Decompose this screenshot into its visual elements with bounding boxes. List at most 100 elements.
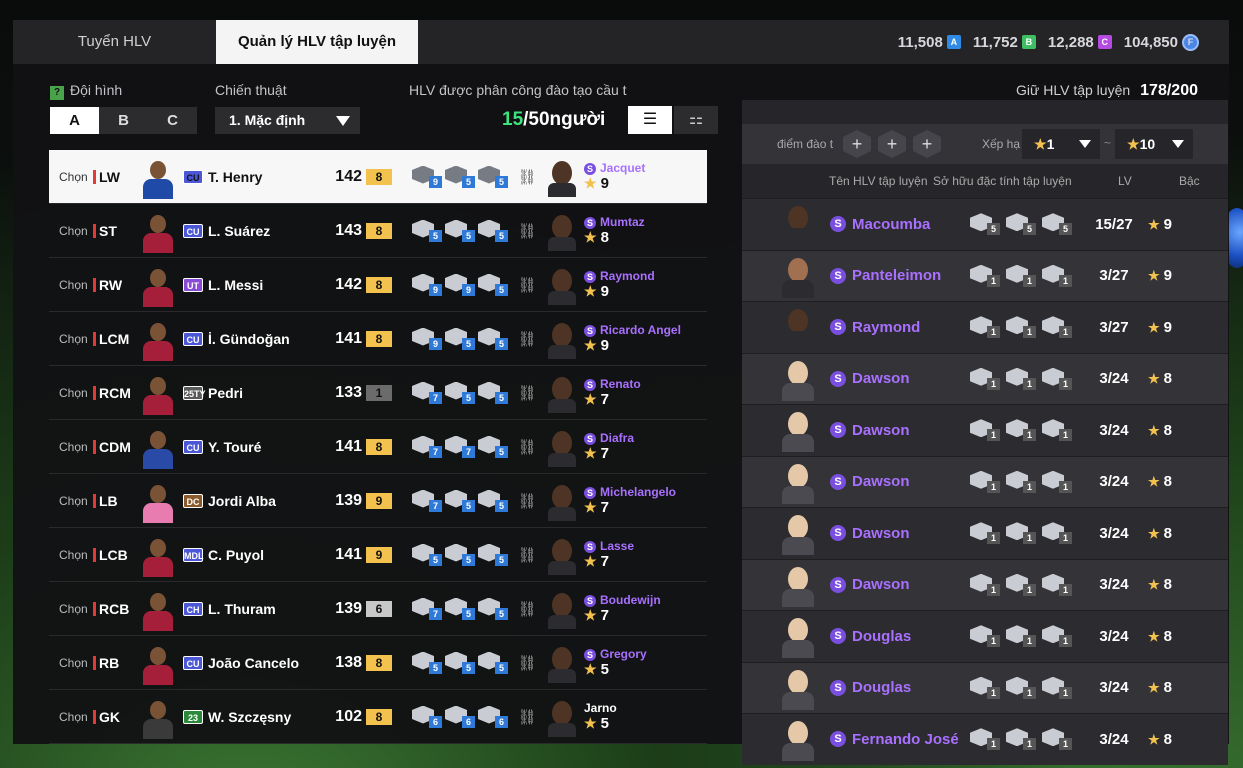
coach-row[interactable]: S Raymond 1 1 1 3/27 ★ 9: [742, 301, 1228, 353]
coach-row[interactable]: S Douglas 1 1 1 3/24 ★ 8: [742, 661, 1228, 713]
squad-a-button[interactable]: A: [50, 107, 99, 134]
formation-view-icon[interactable]: ⚏: [674, 106, 718, 134]
select-label[interactable]: Chọn: [59, 602, 89, 616]
select-label[interactable]: Chọn: [59, 548, 89, 562]
list-view-icon[interactable]: ☰: [628, 106, 672, 134]
training-trait-icon[interactable]: 1: [1006, 676, 1036, 699]
link-icon[interactable]: ⛓: [516, 708, 538, 726]
training-trait-icon[interactable]: 5: [478, 435, 508, 458]
rank-to-dropdown[interactable]: ★10: [1115, 129, 1193, 159]
player-row[interactable]: Chọn LW CU T. Henry 142 8 9 5 5 ⛓ S Jacquet ★ 9: [49, 150, 707, 204]
training-trait-icon[interactable]: 5: [478, 597, 508, 620]
training-trait-icon[interactable]: 1: [1006, 419, 1036, 442]
link-icon[interactable]: ⛓: [516, 546, 538, 564]
training-trait-icon[interactable]: 7: [445, 435, 475, 458]
squad-b-button[interactable]: B: [99, 107, 148, 134]
select-label[interactable]: Chọn: [59, 494, 89, 508]
training-trait-icon[interactable]: 7: [412, 597, 442, 620]
coach-row[interactable]: S Fernando José 1 1 1 3/24 ★ 8: [742, 713, 1228, 765]
coach-row[interactable]: S Dawson 1 1 1 3/24 ★ 8: [742, 404, 1228, 456]
training-trait-icon[interactable]: 1: [1042, 522, 1072, 545]
squad-c-button[interactable]: C: [148, 107, 197, 134]
training-trait-icon[interactable]: 5: [445, 489, 475, 512]
training-trait-icon[interactable]: 1: [1006, 728, 1036, 751]
training-trait-icon[interactable]: 5: [970, 213, 1000, 236]
training-trait-icon[interactable]: 5: [445, 381, 475, 404]
training-trait-icon[interactable]: 7: [412, 435, 442, 458]
training-trait-icon[interactable]: 5: [478, 165, 508, 188]
training-trait-icon[interactable]: 1: [1042, 625, 1072, 648]
link-icon[interactable]: ⛓: [516, 654, 538, 672]
add-trait-filter-1-icon[interactable]: +: [843, 130, 871, 158]
player-row[interactable]: Chọn RCB CH L. Thuram 139 6 7 5 5 ⛓ S Boudewijn ★ 7: [49, 582, 707, 636]
training-trait-icon[interactable]: 5: [412, 219, 442, 242]
select-label[interactable]: Chọn: [59, 224, 89, 238]
link-icon[interactable]: ⛓: [516, 492, 538, 510]
training-trait-icon[interactable]: 5: [478, 381, 508, 404]
training-trait-icon[interactable]: 5: [445, 327, 475, 350]
training-trait-icon[interactable]: 1: [1042, 573, 1072, 596]
player-row[interactable]: Chọn LB DC Jordi Alba 139 9 7 5 5 ⛓ S Michelangelo ★…: [49, 474, 707, 528]
training-trait-icon[interactable]: 1: [1006, 625, 1036, 648]
player-row[interactable]: Chọn RCM 25TY Pedri 133 1 7 5 5 ⛓ S Renato ★ 7: [49, 366, 707, 420]
training-trait-icon[interactable]: 1: [1006, 367, 1036, 390]
training-trait-icon[interactable]: 1: [1006, 573, 1036, 596]
training-trait-icon[interactable]: 1: [970, 316, 1000, 339]
training-trait-icon[interactable]: 5: [412, 543, 442, 566]
training-trait-icon[interactable]: 1: [970, 676, 1000, 699]
training-trait-icon[interactable]: 1: [1042, 728, 1072, 751]
coach-row[interactable]: S Dawson 1 1 1 3/24 ★ 8: [742, 558, 1228, 610]
player-row[interactable]: Chọn ST CU L. Suárez 143 8 5 5 5 ⛓ S Mumtaz ★ 8: [49, 204, 707, 258]
help-icon[interactable]: ?: [50, 86, 64, 100]
training-trait-icon[interactable]: 5: [445, 219, 475, 242]
select-label[interactable]: Chọn: [59, 170, 89, 184]
training-trait-icon[interactable]: 5: [445, 651, 475, 674]
training-trait-icon[interactable]: 6: [445, 705, 475, 728]
training-trait-icon[interactable]: 1: [1042, 419, 1072, 442]
training-trait-icon[interactable]: 6: [478, 705, 508, 728]
coach-row[interactable]: S Panteleimon 1 1 1 3/27 ★ 9: [742, 249, 1228, 301]
player-row[interactable]: Chọn GK 23 W. Szczęsny 102 8 6 6 6 ⛓ Jarno ★ 5: [49, 690, 707, 744]
training-trait-icon[interactable]: 5: [445, 597, 475, 620]
player-row[interactable]: Chọn LCM CU İ. Gündoğan 141 8 9 5 5 ⛓ S Ricardo Ang…: [49, 312, 707, 366]
training-trait-icon[interactable]: 5: [412, 651, 442, 674]
training-trait-icon[interactable]: 1: [1006, 522, 1036, 545]
training-trait-icon[interactable]: 9: [412, 165, 442, 188]
training-trait-icon[interactable]: 7: [412, 489, 442, 512]
link-icon[interactable]: ⛓: [516, 330, 538, 348]
training-trait-icon[interactable]: 9: [412, 327, 442, 350]
training-trait-icon[interactable]: 1: [1006, 470, 1036, 493]
player-row[interactable]: Chọn RW UT L. Messi 142 8 9 9 5 ⛓ S Raymond ★ 9: [49, 258, 707, 312]
tactic-dropdown[interactable]: 1. Mặc định: [215, 107, 360, 134]
select-label[interactable]: Chọn: [59, 386, 89, 400]
link-icon[interactable]: ⛓: [516, 438, 538, 456]
link-icon[interactable]: ⛓: [516, 384, 538, 402]
training-trait-icon[interactable]: 1: [1042, 316, 1072, 339]
training-trait-icon[interactable]: 1: [1042, 367, 1072, 390]
training-trait-icon[interactable]: 1: [970, 522, 1000, 545]
coach-row[interactable]: S Macoumba 5 5 5 15/27 ★ 9: [742, 198, 1228, 250]
rank-from-dropdown[interactable]: ★1: [1022, 129, 1100, 159]
training-trait-icon[interactable]: 5: [478, 651, 508, 674]
player-row[interactable]: Chọn CDM CU Y. Touré 141 8 7 7 5 ⛓ S Diafra ★ 7: [49, 420, 707, 474]
training-trait-icon[interactable]: 1: [970, 728, 1000, 751]
select-label[interactable]: Chọn: [59, 278, 89, 292]
training-trait-icon[interactable]: 1: [970, 625, 1000, 648]
select-label[interactable]: Chọn: [59, 332, 89, 346]
training-trait-icon[interactable]: 6: [412, 705, 442, 728]
training-trait-icon[interactable]: 1: [970, 367, 1000, 390]
link-icon[interactable]: ⛓: [516, 222, 538, 240]
training-trait-icon[interactable]: 1: [1042, 470, 1072, 493]
training-trait-icon[interactable]: 5: [478, 543, 508, 566]
coach-row[interactable]: S Douglas 1 1 1 3/24 ★ 8: [742, 610, 1228, 662]
player-row[interactable]: Chọn RB CU João Cancelo 138 8 5 5 5 ⛓ S Gregory ★ 5: [49, 636, 707, 690]
add-trait-filter-3-icon[interactable]: +: [913, 130, 941, 158]
training-trait-icon[interactable]: 1: [970, 573, 1000, 596]
training-trait-icon[interactable]: 5: [478, 273, 508, 296]
coach-row[interactable]: S Dawson 1 1 1 3/24 ★ 8: [742, 352, 1228, 404]
training-trait-icon[interactable]: 5: [1042, 213, 1072, 236]
training-trait-icon[interactable]: 1: [970, 264, 1000, 287]
select-label[interactable]: Chọn: [59, 710, 89, 724]
link-icon[interactable]: ⛓: [516, 276, 538, 294]
select-label[interactable]: Chọn: [59, 656, 89, 670]
